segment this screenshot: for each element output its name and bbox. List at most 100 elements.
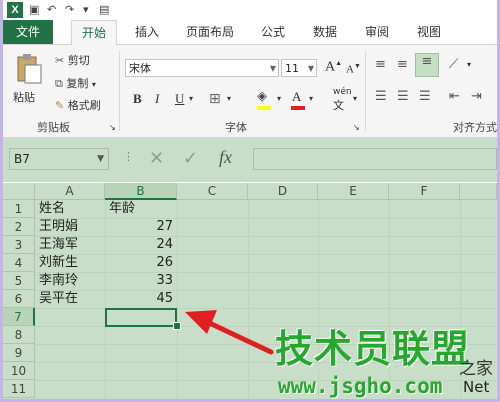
formula-input[interactable] [253, 148, 497, 170]
column-header-f[interactable]: F [389, 183, 460, 200]
align-middle-icon[interactable]: ≡ [397, 57, 408, 72]
cut-label: 剪切 [67, 54, 90, 67]
align-top-icon[interactable]: ≡ [375, 57, 386, 72]
redo-icon[interactable]: ↷ [65, 3, 74, 16]
undo-icon[interactable]: ↶ [47, 3, 56, 16]
align-center-icon[interactable]: ☰ [397, 89, 409, 104]
paste-label: 粘贴 [13, 91, 35, 104]
gridline [35, 254, 497, 255]
tab-view[interactable]: 视图 [409, 20, 449, 44]
bold-button[interactable]: B [133, 91, 142, 107]
tab-review[interactable]: 审阅 [357, 20, 397, 44]
fill-dropdown-icon[interactable]: ▾ [277, 94, 281, 103]
gridline [35, 236, 497, 237]
cell-a6[interactable]: 吴平在 [39, 290, 103, 308]
insert-function-button[interactable]: fx [219, 147, 232, 168]
increase-indent-icon[interactable]: ⇥ [471, 89, 482, 104]
row-header-8[interactable]: 8 [3, 326, 35, 344]
cancel-icon[interactable]: ✕ [149, 148, 164, 169]
cell-b3[interactable]: 24 [107, 236, 173, 254]
resize-dots-icon[interactable]: ⋮ [123, 150, 134, 163]
row-header-9[interactable]: 9 [3, 344, 35, 362]
gridline [35, 218, 497, 219]
gridline [35, 272, 497, 273]
grow-font-button[interactable]: A▲ [325, 59, 342, 76]
row-header-2[interactable]: 2 [3, 218, 35, 236]
row-header-11[interactable]: 11 [3, 380, 35, 398]
cell-a2[interactable]: 王明娟 [39, 218, 103, 236]
title-bar: X ▣ ↶ ↷ ▾ ▤ [3, 0, 497, 20]
font-launcher-icon[interactable]: ↘ [353, 123, 360, 132]
select-all-corner[interactable] [3, 183, 35, 200]
border-icon[interactable]: ⊞ [209, 91, 221, 107]
row-header-1[interactable]: 1 [3, 200, 35, 218]
gridline [105, 200, 106, 399]
row-header-5[interactable]: 5 [3, 272, 35, 290]
column-header-d[interactable]: D [248, 183, 318, 200]
orientation-icon[interactable]: ⟋ [449, 57, 458, 72]
quick-access-dropdown-icon[interactable]: ▾ [83, 3, 89, 16]
active-cell-b7[interactable] [105, 308, 177, 327]
paint-bucket-icon: ◈ [257, 89, 267, 104]
border-dropdown-icon[interactable]: ▾ [227, 94, 231, 103]
column-header-b[interactable]: B [105, 183, 177, 200]
column-header-c[interactable]: C [177, 183, 248, 200]
cell-b4[interactable]: 26 [107, 254, 173, 272]
chevron-down-icon: ▼ [97, 154, 104, 164]
tab-data[interactable]: 数据 [305, 20, 345, 44]
row-header-10[interactable]: 10 [3, 362, 35, 380]
font-size-combo[interactable]: 11 ▼ [281, 59, 317, 77]
cell-a3[interactable]: 王海军 [39, 236, 103, 254]
cell-a5[interactable]: 李南玲 [39, 272, 103, 290]
tab-file[interactable]: 文件 [3, 20, 53, 44]
column-header-e[interactable]: E [318, 183, 389, 200]
fill-handle[interactable] [173, 322, 181, 330]
column-header-a[interactable]: A [35, 183, 105, 200]
align-left-icon[interactable]: ☰ [375, 89, 387, 104]
watermark-net: Net [463, 378, 490, 396]
chevron-down-icon: ▼ [307, 64, 314, 73]
save-icon[interactable]: ▣ [29, 3, 39, 16]
fill-color-button[interactable]: ◈ [257, 89, 271, 110]
decrease-indent-icon[interactable]: ⇤ [449, 89, 460, 104]
print-preview-icon[interactable]: ▤ [99, 3, 109, 16]
cell-a4[interactable]: 刘新生 [39, 254, 103, 272]
cell-b6[interactable]: 45 [107, 290, 173, 308]
clipboard-launcher-icon[interactable]: ↘ [109, 123, 116, 132]
phonetic-glyph: 文 [333, 99, 344, 112]
row-header-3[interactable]: 3 [3, 236, 35, 254]
name-box[interactable]: B7 ▼ [9, 148, 109, 170]
shrink-font-button[interactable]: A▼ [346, 62, 361, 76]
font-name-combo[interactable]: 宋体 ▼ [125, 59, 279, 77]
font-size-value: 11 [285, 62, 299, 75]
tab-insert[interactable]: 插入 [127, 20, 167, 44]
align-bottom-icon[interactable]: ≡ [415, 53, 439, 77]
phonetic-dropdown-icon[interactable]: ▾ [353, 94, 357, 103]
font-color-dropdown-icon[interactable]: ▾ [309, 94, 313, 103]
enter-icon[interactable]: ✓ [183, 148, 198, 169]
font-color-button[interactable]: A [291, 89, 305, 110]
row-header-4[interactable]: 4 [3, 254, 35, 272]
cell-b2[interactable]: 27 [107, 218, 173, 236]
tab-page-layout[interactable]: 页面布局 [175, 20, 245, 44]
align-right-icon[interactable]: ☰ [419, 89, 431, 104]
divider [365, 51, 366, 131]
italic-button[interactable]: I [155, 91, 159, 107]
cut-button[interactable]: ✂ 剪切 [55, 52, 90, 68]
underline-button[interactable]: U [175, 91, 184, 107]
paste-button[interactable]: 粘贴 [11, 53, 47, 105]
column-header-g[interactable] [460, 183, 497, 200]
font-name-value: 宋体 [129, 62, 151, 75]
row-header-7[interactable]: 7 [3, 308, 35, 326]
copy-button[interactable]: ⧉ 复制 ▾ [55, 75, 96, 91]
underline-dropdown-icon[interactable]: ▾ [189, 94, 193, 103]
orientation-dropdown-icon[interactable]: ▾ [467, 60, 471, 69]
tab-formulas[interactable]: 公式 [253, 20, 293, 44]
phonetic-button[interactable]: wén 文 [333, 87, 352, 113]
format-painter-button[interactable]: ✎ 格式刷 [55, 97, 101, 113]
cell-b1[interactable]: 年龄 [109, 200, 173, 218]
cell-b5[interactable]: 33 [107, 272, 173, 290]
cell-a1[interactable]: 姓名 [39, 200, 103, 218]
row-header-6[interactable]: 6 [3, 290, 35, 308]
tab-home[interactable]: 开始 [71, 20, 117, 46]
